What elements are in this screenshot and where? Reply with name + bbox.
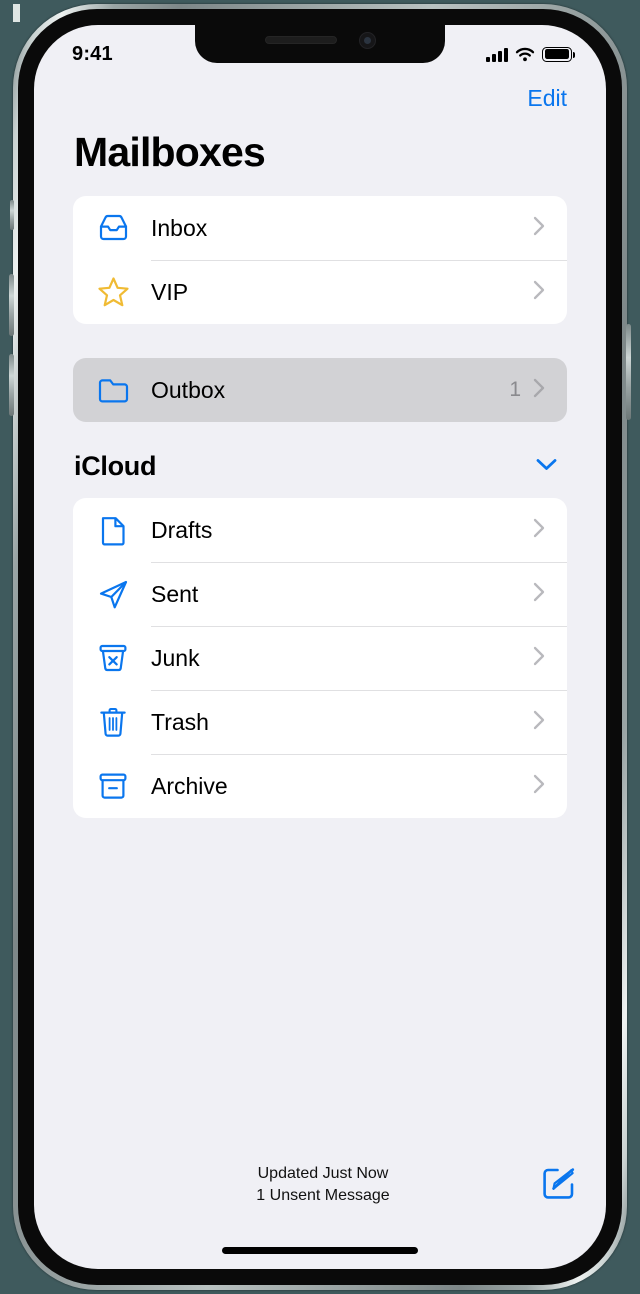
home-indicator[interactable]	[222, 1247, 418, 1254]
mailbox-row-junk[interactable]: Junk	[73, 626, 567, 690]
junk-bin-icon	[91, 643, 135, 673]
chevron-right-icon	[533, 710, 545, 735]
compose-icon	[543, 1167, 575, 1199]
phone-screen: 9:41 Edit Mailboxes Inbox VIP Outbox 1 i…	[34, 25, 606, 1269]
mailbox-label: Inbox	[151, 214, 208, 241]
chevron-right-icon	[533, 378, 545, 403]
speaker-grill-icon	[264, 36, 337, 44]
mailbox-row-inbox[interactable]: Inbox	[73, 196, 567, 260]
mailbox-row-sent[interactable]: Sent	[73, 562, 567, 626]
mailbox-label: Archive	[151, 772, 228, 799]
mailbox-count: 1	[509, 378, 521, 401]
mailbox-label: Sent	[151, 580, 199, 607]
mailbox-label: Outbox	[151, 376, 226, 403]
notch	[195, 25, 445, 63]
folder-icon	[91, 377, 135, 404]
page-title: Mailboxes	[74, 129, 266, 175]
status-updated-line: Updated Just Now	[257, 1165, 389, 1183]
battery-full-icon	[542, 46, 575, 62]
chevron-right-icon	[533, 646, 545, 671]
power-button[interactable]	[626, 324, 631, 420]
iphone-device-frame: 9:41 Edit Mailboxes Inbox VIP Outbox 1 i…	[9, 4, 631, 1290]
section-title: iCloud	[74, 451, 157, 481]
cellular-signal-icon	[486, 47, 508, 62]
trash-can-icon	[91, 707, 135, 738]
volume-up-button[interactable]	[9, 274, 14, 336]
chevron-down-icon[interactable]	[530, 454, 563, 480]
wifi-icon	[515, 47, 535, 61]
paper-plane-icon	[91, 579, 135, 610]
status-bar-time: 9:41	[72, 42, 113, 65]
document-icon	[91, 515, 135, 546]
chevron-right-icon	[533, 518, 545, 543]
mailbox-status-text: Updated Just Now 1 Unsent Message	[104, 1163, 542, 1206]
navigation-bar: Edit	[52, 75, 588, 121]
icloud-section-header: iCloud	[73, 422, 567, 498]
status-unsent-line: 1 Unsent Message	[256, 1187, 390, 1204]
mailbox-row-drafts[interactable]: Drafts	[73, 498, 567, 562]
mailbox-label: Drafts	[151, 516, 213, 543]
mailbox-label: Junk	[151, 644, 200, 671]
chevron-right-icon	[533, 774, 545, 799]
mailbox-row-archive[interactable]: Archive	[73, 754, 567, 818]
mailboxes-screen: Edit Mailboxes Inbox VIP Outbox 1 iCloud…	[34, 75, 606, 1269]
front-camera-icon	[358, 31, 376, 49]
bottom-toolbar: Updated Just Now 1 Unsent Message	[34, 1157, 606, 1213]
archive-box-icon	[91, 772, 135, 800]
compose-button[interactable]	[542, 1166, 576, 1205]
chevron-right-icon	[533, 280, 545, 305]
chevron-right-icon	[533, 216, 545, 241]
volume-down-button[interactable]	[9, 354, 14, 416]
mailbox-row-trash[interactable]: Trash	[73, 690, 567, 754]
mailbox-label: VIP	[151, 278, 189, 305]
outbox-list-card: Outbox 1	[73, 358, 567, 422]
chevron-right-icon	[533, 582, 545, 607]
edit-button[interactable]: Edit	[527, 85, 567, 112]
antenna-band-right	[13, 13, 20, 22]
star-icon	[91, 276, 135, 308]
status-bar-icons	[486, 46, 575, 62]
mailbox-row-vip[interactable]: VIP	[73, 260, 567, 324]
mailbox-row-outbox[interactable]: Outbox 1	[73, 358, 567, 422]
mailbox-label: Trash	[151, 708, 209, 735]
inbox-tray-icon	[91, 214, 135, 243]
mailboxes-list-card: Inbox VIP	[73, 196, 567, 324]
mute-switch[interactable]	[10, 200, 14, 230]
battery-fill	[544, 49, 570, 59]
icloud-list-card: Drafts Sent Junk Trash Archive	[73, 498, 567, 818]
antenna-band-left	[13, 4, 20, 13]
